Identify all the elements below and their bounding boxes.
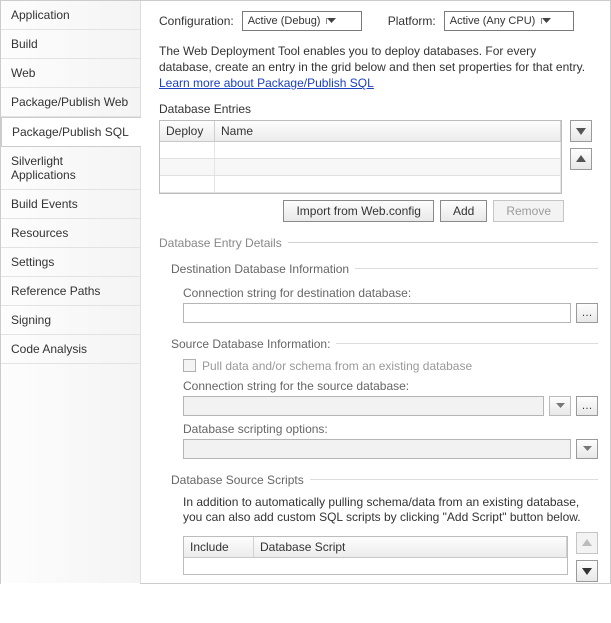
chevron-down-icon bbox=[583, 446, 592, 452]
chevron-down-icon bbox=[326, 18, 341, 24]
intro-body: The Web Deployment Tool enables you to d… bbox=[159, 44, 585, 74]
tab-signing[interactable]: Signing bbox=[1, 306, 140, 335]
tab-package-publish-sql[interactable]: Package/Publish SQL bbox=[1, 117, 141, 147]
tab-application[interactable]: Application bbox=[1, 1, 140, 30]
arrow-down-icon bbox=[576, 126, 586, 136]
source-legend: Source Database Information: bbox=[171, 337, 330, 351]
tab-package-publish-web[interactable]: Package/Publish Web bbox=[1, 88, 140, 117]
script-move-down-button[interactable] bbox=[576, 560, 598, 582]
chevron-down-icon bbox=[541, 18, 556, 24]
move-up-button[interactable] bbox=[570, 148, 592, 170]
scripts-grid[interactable]: Include Database Script bbox=[183, 536, 568, 575]
configuration-dropdown[interactable]: Active (Debug) bbox=[242, 11, 362, 31]
sidebar: Application Build Web Package/Publish We… bbox=[1, 1, 141, 583]
tab-reference-paths[interactable]: Reference Paths bbox=[1, 277, 140, 306]
tab-resources[interactable]: Resources bbox=[1, 219, 140, 248]
dest-conn-input[interactable] bbox=[183, 303, 571, 323]
source-conn-input bbox=[183, 396, 544, 416]
dest-conn-label: Connection string for destination databa… bbox=[183, 286, 598, 300]
entries-grid-body bbox=[160, 142, 561, 193]
intro-text: The Web Deployment Tool enables you to d… bbox=[159, 43, 592, 92]
content-panel: Configuration: Active (Debug) Platform: … bbox=[141, 1, 610, 583]
arrow-down-icon bbox=[582, 566, 592, 576]
script-move-up-button bbox=[576, 532, 598, 554]
details-legend: Database Entry Details bbox=[159, 236, 288, 250]
scripts-legend: Database Source Scripts bbox=[171, 473, 304, 487]
arrow-up-icon bbox=[582, 538, 592, 548]
source-conn-dropdown-button[interactable] bbox=[549, 396, 571, 416]
platform-dropdown[interactable]: Active (Any CPU) bbox=[444, 11, 574, 31]
entries-grid-header: Deploy Name bbox=[160, 121, 561, 142]
configuration-label: Configuration: bbox=[159, 14, 234, 28]
tab-web[interactable]: Web bbox=[1, 59, 140, 88]
add-button[interactable]: Add bbox=[440, 200, 487, 222]
import-webconfig-button[interactable]: Import from Web.config bbox=[283, 200, 434, 222]
pull-data-checkbox[interactable] bbox=[183, 359, 196, 372]
tab-silverlight-applications[interactable]: Silverlight Applications bbox=[1, 147, 140, 190]
move-down-button[interactable] bbox=[570, 120, 592, 142]
source-conn-label: Connection string for the source databas… bbox=[183, 379, 598, 393]
col-script[interactable]: Database Script bbox=[254, 537, 567, 557]
dest-conn-browse-button[interactable]: … bbox=[576, 303, 598, 323]
config-row: Configuration: Active (Debug) Platform: … bbox=[159, 11, 592, 31]
tab-build[interactable]: Build bbox=[1, 30, 140, 59]
dest-legend: Destination Database Information bbox=[171, 262, 349, 276]
arrow-up-icon bbox=[576, 154, 586, 164]
entries-grid[interactable]: Deploy Name bbox=[159, 120, 562, 194]
table-row[interactable] bbox=[160, 142, 561, 159]
col-name[interactable]: Name bbox=[215, 121, 561, 141]
chevron-down-icon bbox=[556, 403, 565, 409]
platform-value: Active (Any CPU) bbox=[450, 15, 536, 27]
script-opts-dropdown-button[interactable] bbox=[576, 439, 598, 459]
remove-button: Remove bbox=[493, 200, 564, 222]
table-row[interactable] bbox=[160, 176, 561, 193]
entries-title: Database Entries bbox=[159, 102, 592, 116]
tab-build-events[interactable]: Build Events bbox=[1, 190, 140, 219]
details-group: Database Entry Details Destination Datab… bbox=[159, 236, 598, 583]
source-conn-browse-button[interactable]: … bbox=[576, 396, 598, 416]
ellipsis-icon: … bbox=[582, 307, 593, 319]
tab-code-analysis[interactable]: Code Analysis bbox=[1, 335, 140, 364]
tab-settings[interactable]: Settings bbox=[1, 248, 140, 277]
configuration-value: Active (Debug) bbox=[248, 15, 321, 27]
pull-data-label: Pull data and/or schema from an existing… bbox=[202, 359, 472, 373]
col-deploy[interactable]: Deploy bbox=[160, 121, 215, 141]
script-opts-input bbox=[183, 439, 571, 459]
script-opts-label: Database scripting options: bbox=[183, 422, 598, 436]
platform-label: Platform: bbox=[388, 14, 436, 28]
table-row[interactable] bbox=[160, 159, 561, 176]
col-include[interactable]: Include bbox=[184, 537, 254, 557]
scripts-note: In addition to automatically pulling sch… bbox=[183, 495, 598, 526]
ellipsis-icon: … bbox=[582, 400, 593, 412]
learn-more-link[interactable]: Learn more about Package/Publish SQL bbox=[159, 76, 374, 90]
